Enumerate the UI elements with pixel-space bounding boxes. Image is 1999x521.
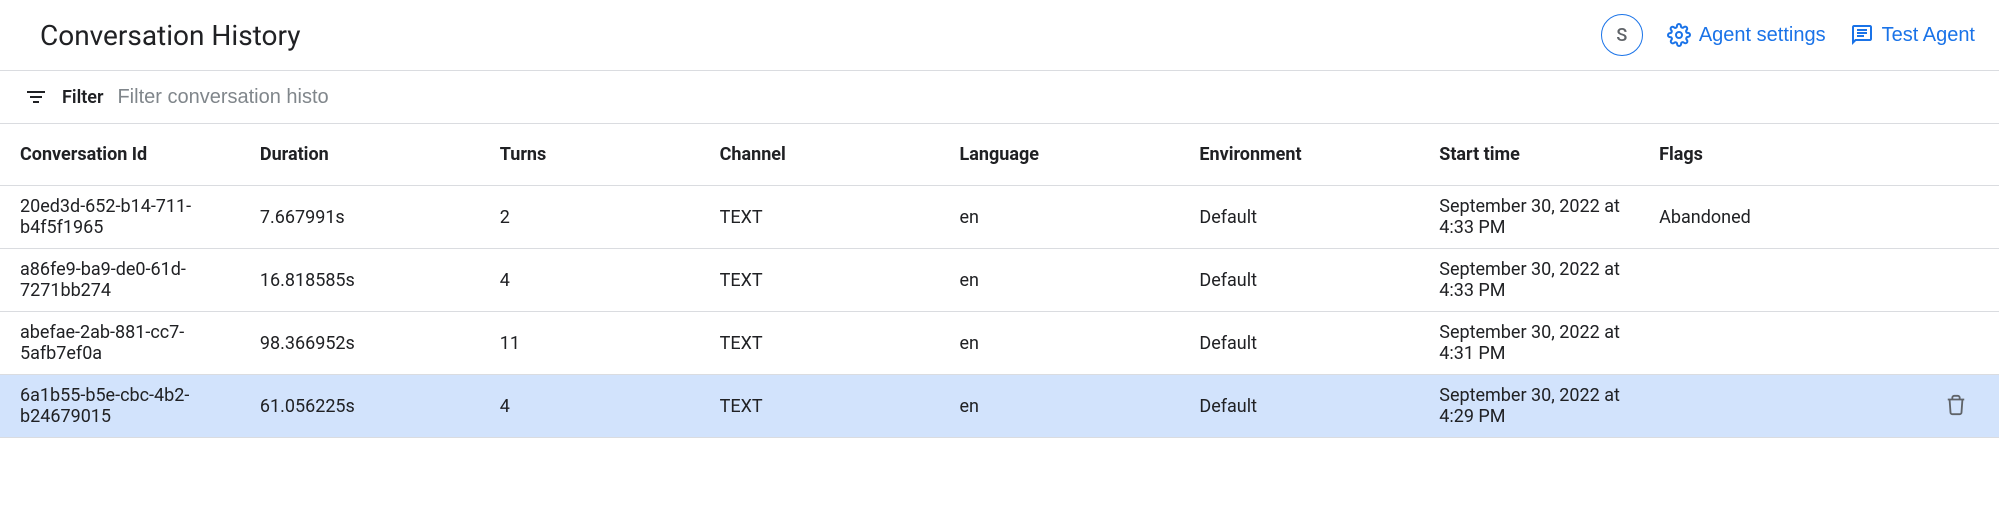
table-row[interactable]: a86fe9-ba9-de0-61d-7271bb27416.818585s4T… [0, 249, 1999, 312]
col-header-actions [1879, 124, 1999, 186]
cell-language: en [940, 375, 1180, 438]
cell-turns: 2 [480, 186, 700, 249]
table-row[interactable]: 6a1b55-b5e-cbc-4b2-b2467901561.056225s4T… [0, 375, 1999, 438]
cell-environment: Default [1179, 186, 1419, 249]
page-title: Conversation History [40, 19, 300, 52]
delete-button[interactable] [1941, 390, 1971, 423]
cell-actions [1879, 312, 1999, 375]
cell-duration: 7.667991s [240, 186, 480, 249]
cell-id: abefae-2ab-881-cc7-5afb7ef0a [0, 312, 240, 375]
cell-flags: Abandoned [1639, 186, 1879, 249]
trash-icon [1945, 394, 1967, 416]
col-header-language[interactable]: Language [940, 124, 1180, 186]
cell-channel: TEXT [700, 375, 940, 438]
header: Conversation History S Agent settings Te… [0, 0, 1999, 71]
cell-turns: 4 [480, 249, 700, 312]
cell-id: 20ed3d-652-b14-711-b4f5f1965 [0, 186, 240, 249]
col-header-flags[interactable]: Flags [1639, 124, 1879, 186]
table-row[interactable]: 20ed3d-652-b14-711-b4f5f19657.667991s2TE… [0, 186, 1999, 249]
filter-bar: Filter [0, 71, 1999, 124]
cell-id: a86fe9-ba9-de0-61d-7271bb274 [0, 249, 240, 312]
cell-channel: TEXT [700, 186, 940, 249]
col-header-turns[interactable]: Turns [480, 124, 700, 186]
cell-language: en [940, 186, 1180, 249]
cell-environment: Default [1179, 249, 1419, 312]
cell-environment: Default [1179, 375, 1419, 438]
filter-label: Filter [62, 87, 103, 108]
cell-channel: TEXT [700, 249, 940, 312]
cell-actions [1879, 186, 1999, 249]
cell-environment: Default [1179, 312, 1419, 375]
avatar[interactable]: S [1601, 14, 1643, 56]
cell-language: en [940, 249, 1180, 312]
cell-duration: 61.056225s [240, 375, 480, 438]
cell-duration: 16.818585s [240, 249, 480, 312]
cell-start_time: September 30, 2022 at 4:31 PM [1419, 312, 1639, 375]
cell-start_time: September 30, 2022 at 4:33 PM [1419, 249, 1639, 312]
table-header-row: Conversation Id Duration Turns Channel L… [0, 124, 1999, 186]
filter-icon[interactable] [24, 85, 48, 109]
gear-icon [1667, 23, 1691, 47]
cell-actions [1879, 249, 1999, 312]
table-row[interactable]: abefae-2ab-881-cc7-5afb7ef0a98.366952s11… [0, 312, 1999, 375]
chat-icon [1850, 23, 1874, 47]
col-header-environment[interactable]: Environment [1179, 124, 1419, 186]
test-agent-button[interactable]: Test Agent [1850, 23, 1975, 47]
cell-flags [1639, 375, 1879, 438]
test-agent-label: Test Agent [1882, 24, 1975, 47]
agent-settings-button[interactable]: Agent settings [1667, 23, 1826, 47]
cell-flags [1639, 249, 1879, 312]
col-header-id[interactable]: Conversation Id [0, 124, 240, 186]
agent-settings-label: Agent settings [1699, 24, 1826, 47]
cell-id: 6a1b55-b5e-cbc-4b2-b24679015 [0, 375, 240, 438]
col-header-duration[interactable]: Duration [240, 124, 480, 186]
cell-actions [1879, 375, 1999, 438]
cell-start_time: September 30, 2022 at 4:29 PM [1419, 375, 1639, 438]
cell-turns: 4 [480, 375, 700, 438]
cell-flags [1639, 312, 1879, 375]
cell-duration: 98.366952s [240, 312, 480, 375]
filter-input[interactable] [117, 86, 377, 109]
cell-turns: 11 [480, 312, 700, 375]
cell-start_time: September 30, 2022 at 4:33 PM [1419, 186, 1639, 249]
col-header-start-time[interactable]: Start time [1419, 124, 1639, 186]
cell-channel: TEXT [700, 312, 940, 375]
conversation-table: Conversation Id Duration Turns Channel L… [0, 124, 1999, 438]
avatar-initial: S [1616, 25, 1627, 46]
header-actions: S Agent settings Test Agent [1601, 14, 1975, 56]
cell-language: en [940, 312, 1180, 375]
col-header-channel[interactable]: Channel [700, 124, 940, 186]
